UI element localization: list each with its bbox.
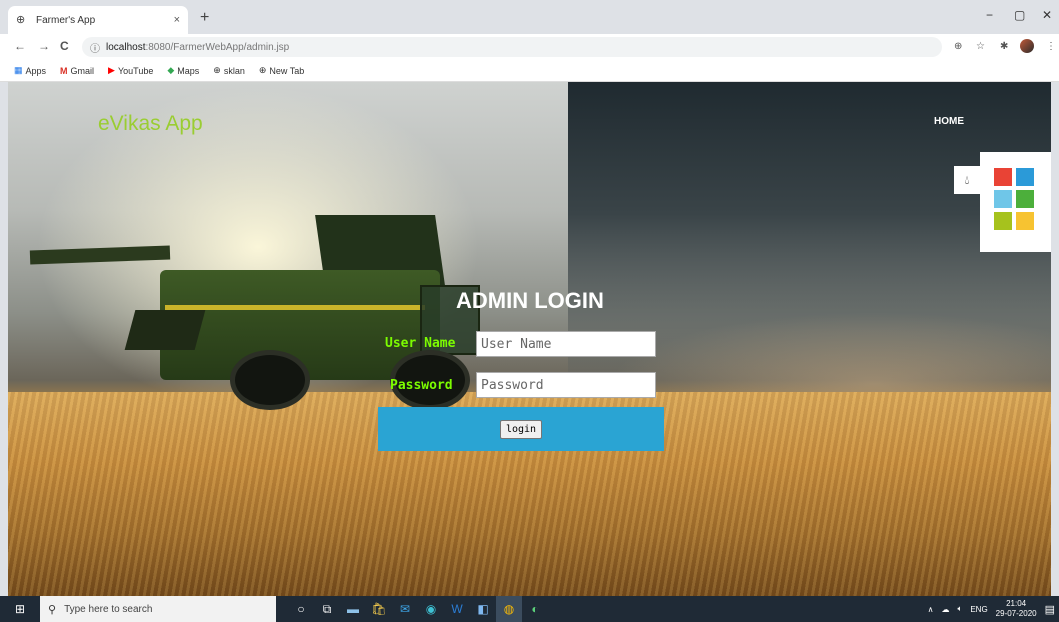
photos-icon[interactable]: ▬: [340, 596, 366, 622]
menu-icon[interactable]: ⋮: [1046, 41, 1056, 52]
color-swatch-yellow[interactable]: [1016, 212, 1034, 230]
windows-logo-icon: ⊞: [14, 602, 26, 616]
back-button[interactable]: ←: [14, 39, 26, 53]
password-input[interactable]: [476, 372, 656, 398]
start-button[interactable]: ⊞: [0, 596, 40, 622]
bookmark-label: New Tab: [269, 65, 305, 76]
color-swatch-red[interactable]: [994, 168, 1012, 186]
maximize-button[interactable]: ▢: [1014, 8, 1025, 22]
address-bar-row: ← → C ⓘ localhost:8080/FarmerWebApp/admi…: [0, 34, 1059, 60]
page-viewport: eVikas App HOME 💧︎ ADMIN LOGIN User Name…: [8, 82, 1051, 596]
bookmark-label: sklan: [223, 65, 245, 76]
youtube-icon: ▶: [108, 65, 115, 75]
submit-bar: login: [378, 407, 664, 451]
combine-wheel: [230, 350, 310, 410]
close-tab-icon[interactable]: ×: [174, 14, 180, 26]
bookmark-maps[interactable]: ◆ Maps: [167, 65, 199, 76]
new-tab-button[interactable]: +: [200, 10, 209, 26]
url-bar[interactable]: ⓘ localhost:8080/FarmerWebApp/admin.jsp: [82, 37, 942, 57]
profile-avatar[interactable]: [1020, 39, 1034, 53]
theme-color-palette: [980, 152, 1051, 252]
bookmark-label: Gmail: [70, 65, 95, 76]
zoom-icon[interactable]: ⊕: [954, 41, 962, 52]
notification-icon[interactable]: ▤: [1045, 603, 1055, 616]
apps-grid-icon: ▦: [14, 65, 23, 75]
gmail-icon: M: [60, 65, 68, 76]
color-swatch-green[interactable]: [1016, 190, 1034, 208]
task-view-icon[interactable]: ⧉: [314, 596, 340, 622]
mail-icon[interactable]: ✉: [392, 596, 418, 622]
cortana-icon[interactable]: ○: [288, 596, 314, 622]
bookmark-apps[interactable]: ▦ Apps: [14, 65, 46, 76]
star-icon[interactable]: ☆: [976, 41, 985, 52]
login-button[interactable]: login: [499, 419, 543, 439]
bookmark-label: Apps: [25, 65, 47, 76]
color-swatch-light-blue[interactable]: [994, 190, 1012, 208]
combine-unloading-arm: [29, 245, 171, 265]
reload-button[interactable]: C: [60, 39, 69, 53]
eclipse-icon[interactable]: ◐: [522, 596, 548, 622]
tab-title: Farmer's App: [36, 14, 96, 26]
cloud-icon[interactable]: ☁: [942, 605, 950, 614]
username-label: User Name: [385, 336, 456, 351]
globe-icon: ⊕: [213, 65, 221, 75]
maps-icon: ◆: [167, 65, 175, 75]
url-host: localhost: [106, 41, 146, 53]
color-swatch-blue[interactable]: [1016, 168, 1034, 186]
password-label: Password: [390, 378, 453, 393]
virtualbox-icon[interactable]: ◧: [470, 596, 496, 622]
system-tray: ∧ ☁ 🔈︎ ENG 21:04 29-07-2020 ▤: [920, 596, 1055, 622]
minimize-button[interactable]: −: [986, 8, 993, 22]
bookmark-label: YouTube: [117, 65, 154, 76]
info-icon[interactable]: ⓘ: [90, 40, 100, 55]
clock-time: 21:04: [1006, 599, 1027, 608]
language-indicator[interactable]: ENG: [970, 605, 987, 614]
bookmark-youtube[interactable]: ▶ YouTube: [108, 65, 153, 76]
url-text: localhost:8080/FarmerWebApp/admin.jsp: [106, 42, 289, 53]
edge-icon[interactable]: ◉: [418, 596, 444, 622]
speaker-icon[interactable]: 🔈︎: [958, 604, 963, 614]
bookmark-gmail[interactable]: M Gmail: [60, 66, 94, 76]
clock-date: 29-07-2020: [995, 609, 1037, 618]
brand-logo[interactable]: eVikas App: [98, 112, 203, 136]
login-title: ADMIN LOGIN: [456, 288, 604, 313]
close-window-button[interactable]: ✕: [1042, 8, 1052, 22]
browser-tab-bar: ⊕ Farmer's App × + − ▢ ✕: [0, 0, 1059, 34]
nav-home-link[interactable]: HOME: [934, 116, 964, 127]
taskbar-search[interactable]: ⚲: [40, 596, 276, 622]
globe-icon: ⊕: [16, 14, 26, 26]
search-icon: ⚲: [48, 603, 57, 616]
combine-header: [124, 310, 206, 350]
bookmarks-bar: ▦ Apps M Gmail ▶ YouTube ◆ Maps ⊕ sklan ⊕ New …: [0, 60, 1059, 82]
globe-icon: ⊕: [258, 65, 267, 75]
chrome-icon[interactable]: ◍: [496, 596, 522, 622]
extensions-icon[interactable]: ✱: [1000, 41, 1008, 52]
username-input[interactable]: [476, 331, 656, 357]
browser-tab[interactable]: ⊕ Farmer's App ×: [8, 6, 188, 34]
bookmark-sklan[interactable]: ⊕ sklan: [213, 65, 245, 76]
url-path: :8080/FarmerWebApp/admin.jsp: [145, 41, 290, 53]
clock[interactable]: 21:04 29-07-2020: [996, 599, 1037, 619]
store-icon[interactable]: 🛍︎: [366, 596, 392, 622]
word-icon[interactable]: W: [444, 596, 470, 622]
color-swatch-lime[interactable]: [994, 212, 1012, 230]
bookmark-label: Maps: [177, 65, 200, 76]
bookmark-new-tab[interactable]: ⊕ New Tab: [259, 65, 304, 76]
theme-toggle-button[interactable]: 💧︎: [954, 166, 980, 194]
taskbar-apps: ○ ⧉ ▬ 🛍︎ ✉ ◉ W ◧ ◍ ◐: [288, 596, 548, 622]
tray-overflow-icon[interactable]: ∧: [928, 605, 934, 614]
water-drop-icon: 💧︎: [964, 172, 970, 187]
windows-taskbar: ⊞ ⚲ ○ ⧉ ▬ 🛍︎ ✉ ◉ W ◧ ◍ ◐ ∧ ☁ 🔈︎ ENG 21:0…: [0, 596, 1059, 622]
taskbar-search-input[interactable]: [64, 603, 255, 615]
swatch-grid: [994, 168, 1046, 230]
forward-button[interactable]: →: [38, 39, 50, 53]
